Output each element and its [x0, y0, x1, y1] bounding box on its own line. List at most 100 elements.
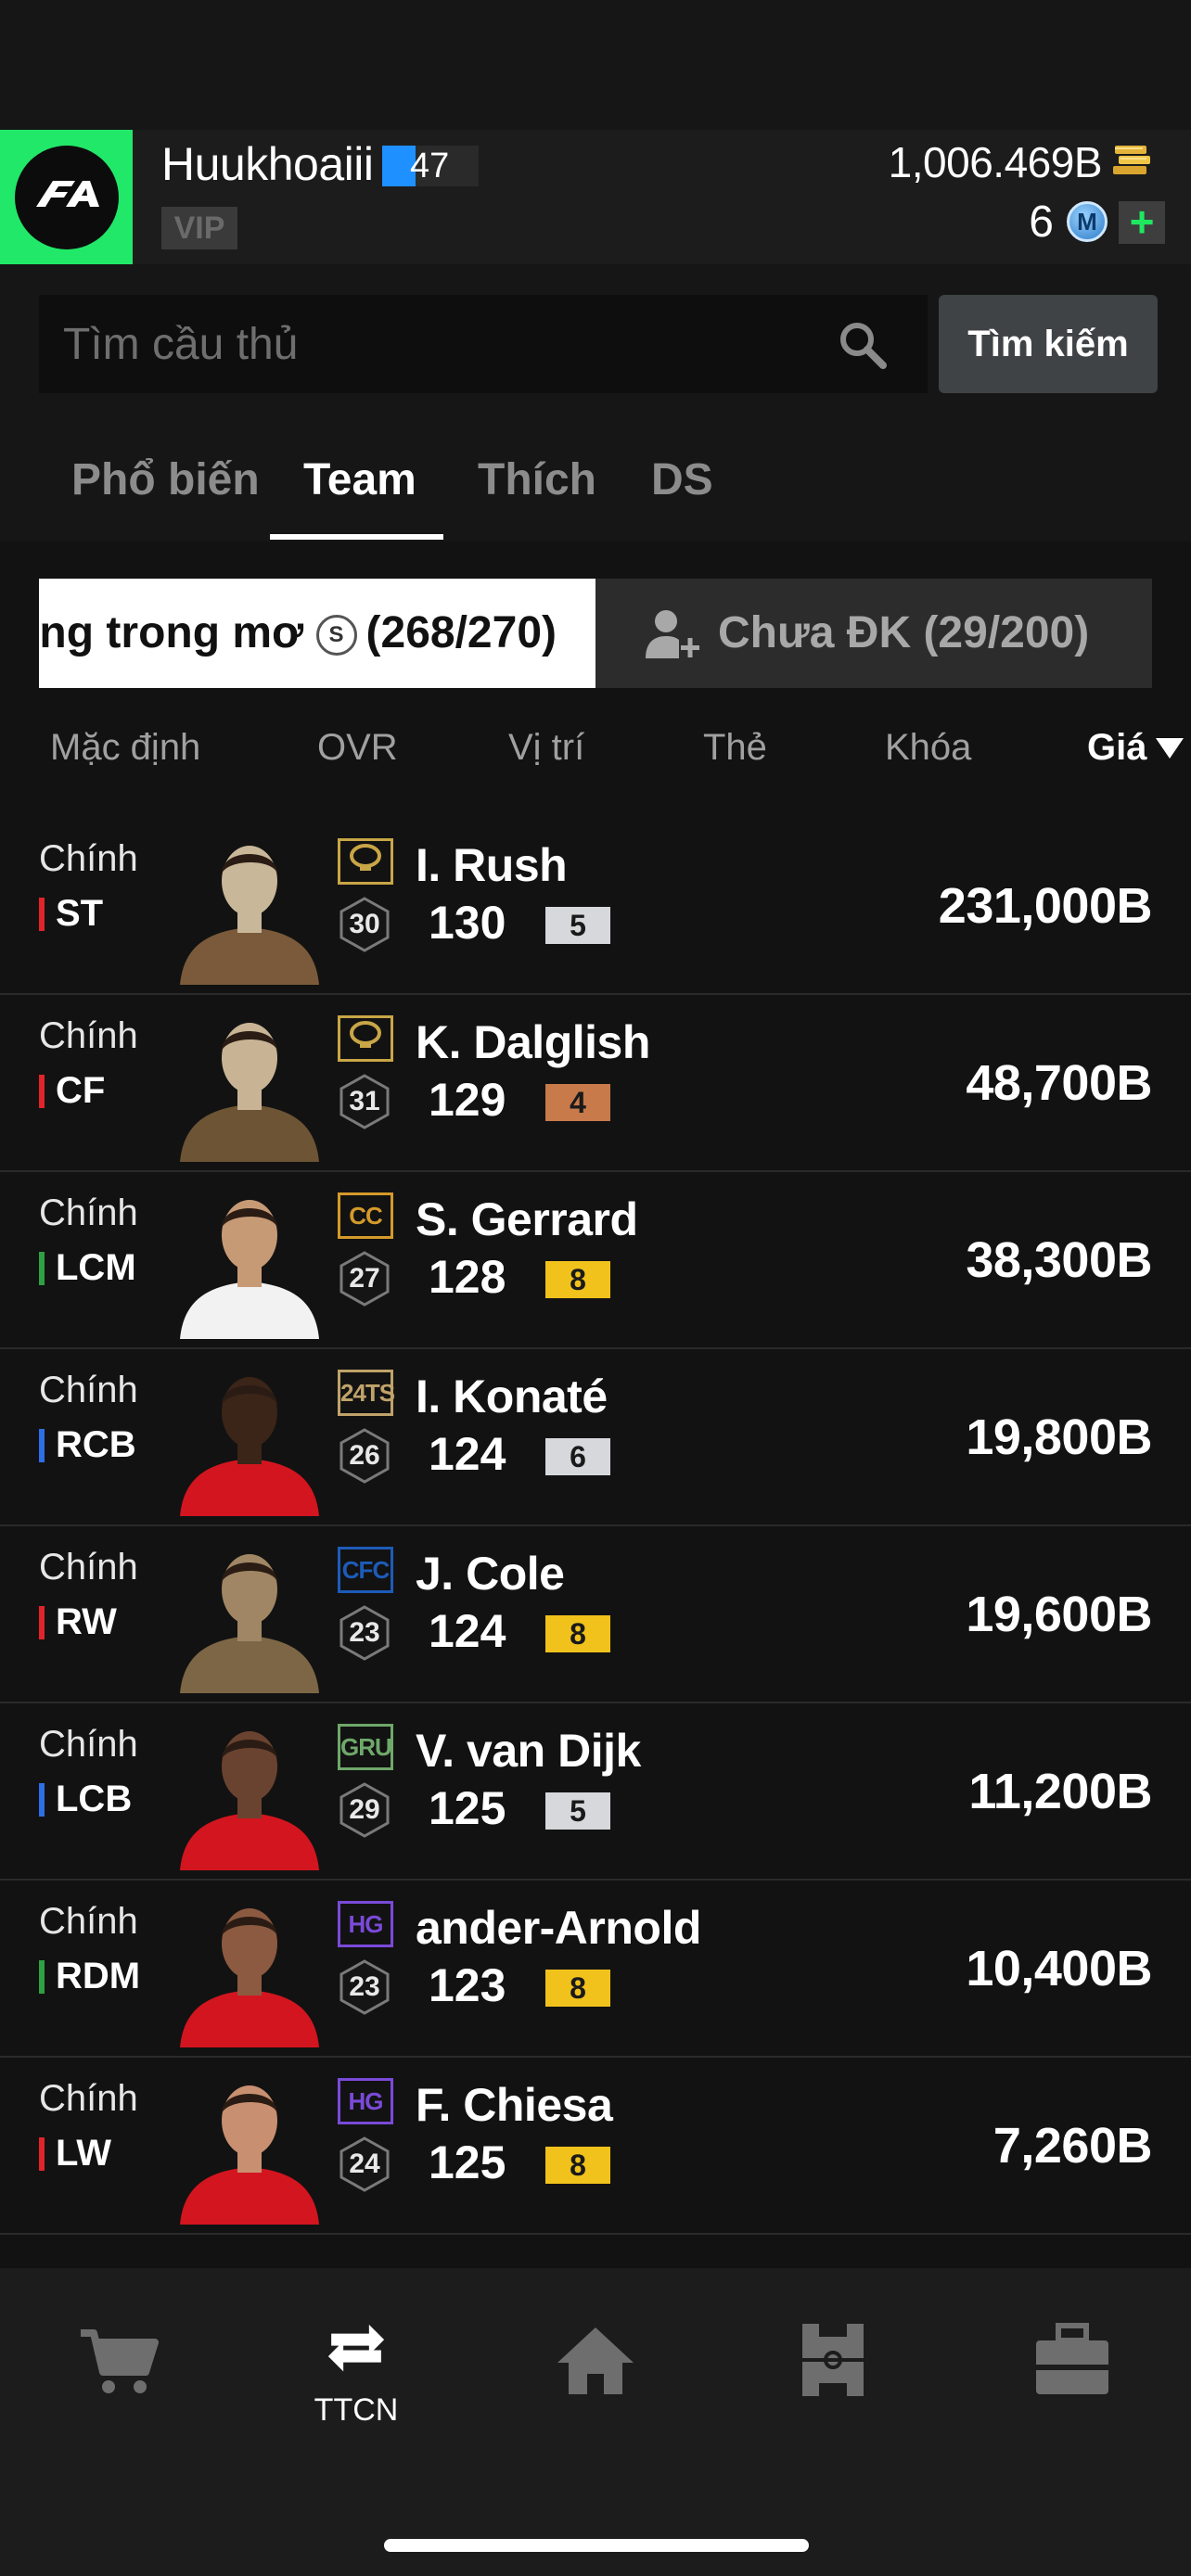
segment-dream-team-count: (268/270) [365, 608, 557, 657]
rank-number: 26 [349, 1440, 380, 1471]
upgrade-level-badge: 6 [545, 1438, 610, 1475]
upgrade-level-badge: 8 [545, 2147, 610, 2184]
season-badge-label: CC [349, 1202, 383, 1230]
level-number: 47 [410, 147, 450, 185]
sort-price[interactable]: Giá [1087, 727, 1146, 769]
sort-card[interactable]: Thẻ [703, 727, 767, 769]
player-price: 48,700B [966, 1055, 1152, 1111]
season-badge-icon: GRU [338, 1724, 393, 1770]
nav-transfer-market[interactable]: TTCN [291, 2320, 421, 2441]
position-color-bar [39, 1429, 45, 1462]
nav-home[interactable] [531, 2320, 660, 2441]
player-price: 11,200B [968, 1764, 1152, 1819]
player-name: J. Cole [416, 1548, 565, 1600]
search-icon[interactable] [837, 319, 889, 371]
player-row[interactable]: Chính CF 31 K. Dalglish 129 4 48,700B [0, 995, 1191, 1172]
search-button[interactable]: Tìm kiếm [939, 295, 1158, 393]
sort-lock[interactable]: Khóa [885, 727, 971, 769]
ea-logo[interactable] [0, 130, 133, 264]
player-status: Chính [39, 1192, 138, 1233]
nav-shop[interactable] [54, 2320, 184, 2441]
player-portrait [180, 1731, 319, 1870]
position-color-bar [39, 898, 45, 931]
player-status: Chính [39, 2078, 138, 2119]
segment-dream-team[interactable]: ng trong mơ S (268/270) [39, 579, 596, 688]
position-color-bar [39, 2137, 45, 2171]
tab-liked[interactable]: Thích [478, 454, 596, 505]
player-name: F. Chiesa [416, 2079, 613, 2131]
player-position: RW [39, 1600, 117, 1643]
player-ovr: 129 [429, 1074, 506, 1126]
upgrade-level-badge: 8 [545, 1970, 610, 2007]
player-position: LCB [39, 1778, 132, 1820]
search-bar [39, 295, 928, 393]
ea-logo-icon [35, 180, 99, 207]
player-status: Chính [39, 838, 138, 879]
tab-list[interactable]: DS [651, 454, 713, 505]
player-name: S. Gerrard [416, 1193, 638, 1245]
segment-unregistered-label: Chưa ĐK (29/200) [718, 608, 1090, 657]
player-position-label: RCB [56, 1424, 136, 1465]
tab-team[interactable]: Team [303, 454, 416, 505]
upgrade-level-badge: 5 [545, 1792, 610, 1830]
player-position: LW [39, 2132, 111, 2174]
player-row[interactable]: Chính LCB GRU 29 V. van Dijk 125 5 11,20… [0, 1703, 1191, 1881]
player-portrait [180, 1377, 319, 1516]
player-row[interactable]: Chính LCM CC 27 S. Gerrard 128 8 38,300B [0, 1172, 1191, 1349]
player-price: 231,000B [938, 878, 1153, 934]
briefcase-icon [1036, 2323, 1108, 2394]
player-row[interactable]: Chính RCB 24TS 26 I. Konaté 124 6 19,800… [0, 1349, 1191, 1526]
season-badge-icon: 24TS [338, 1370, 395, 1416]
sort-position[interactable]: Vị trí [508, 727, 584, 769]
player-ovr: 124 [429, 1428, 506, 1480]
player-list: Chính ST 30 I. Rush 130 5 231,000B Chính… [0, 818, 1191, 2235]
sort-desc-caret-icon [1156, 738, 1184, 759]
season-badge-label: HG [348, 1910, 384, 1938]
search-input[interactable] [63, 295, 824, 393]
segment-dream-team-label: ng trong mơ [39, 608, 304, 657]
player-position: LCM [39, 1246, 136, 1289]
sort-default[interactable]: Mặc định [50, 727, 200, 769]
player-row[interactable]: Chính ST 30 I. Rush 130 5 231,000B [0, 818, 1191, 995]
add-points-button[interactable]: + [1119, 200, 1165, 244]
player-position-label: LW [56, 2133, 111, 2174]
rank-number: 30 [349, 909, 380, 939]
player-position-label: RW [56, 1601, 117, 1642]
trophy-icon [347, 1021, 384, 1055]
s-badge-icon: S [315, 615, 357, 657]
season-badge-icon [338, 1015, 393, 1062]
bottom-navigation: TTCN [0, 2268, 1191, 2576]
home-indicator[interactable] [384, 2539, 809, 2552]
trophy-icon [347, 844, 384, 878]
rank-badge: 31 [338, 1073, 391, 1130]
player-position: CF [39, 1069, 105, 1112]
player-row[interactable]: Chính RW CFC 23 J. Cole 124 8 19,600B [0, 1526, 1191, 1703]
nav-squad[interactable] [768, 2320, 898, 2441]
nav-inventory[interactable] [1007, 2320, 1137, 2441]
player-status: Chính [39, 1547, 138, 1588]
rank-number: 27 [349, 1263, 380, 1294]
player-ovr: 125 [429, 1782, 506, 1834]
player-position: ST [39, 892, 103, 935]
player-portrait [180, 1023, 319, 1162]
player-row[interactable]: Chính RDM HG 23 ander-Arnold 123 8 10,40… [0, 1881, 1191, 2058]
vip-badge[interactable]: VIP [161, 207, 237, 249]
rank-badge: 26 [338, 1427, 391, 1485]
ea-logo-circle [14, 145, 119, 249]
sort-ovr[interactable]: OVR [317, 727, 398, 769]
season-badge-label: HG [348, 2087, 384, 2115]
m-points-balance: 6 [1029, 198, 1054, 247]
sort-bar: Mặc định OVR Vị trí Thẻ Khóa Giá [0, 718, 1191, 784]
upgrade-level-badge: 4 [545, 1084, 610, 1121]
nav-transfer-label: TTCN [314, 2392, 399, 2428]
player-name: I. Rush [416, 839, 568, 891]
segment-unregistered[interactable]: Chưa ĐK (29/200) [596, 579, 1152, 688]
username: Huukhoaiii [161, 138, 374, 190]
rank-number: 31 [349, 1086, 380, 1116]
home-icon [557, 2327, 634, 2394]
tab-popular[interactable]: Phổ biến [71, 454, 260, 505]
player-price: 19,600B [966, 1587, 1152, 1642]
upgrade-level-badge: 5 [545, 907, 610, 944]
player-row[interactable]: Chính LW HG 24 F. Chiesa 125 8 7,260B [0, 2058, 1191, 2235]
season-badge-icon [338, 838, 393, 885]
